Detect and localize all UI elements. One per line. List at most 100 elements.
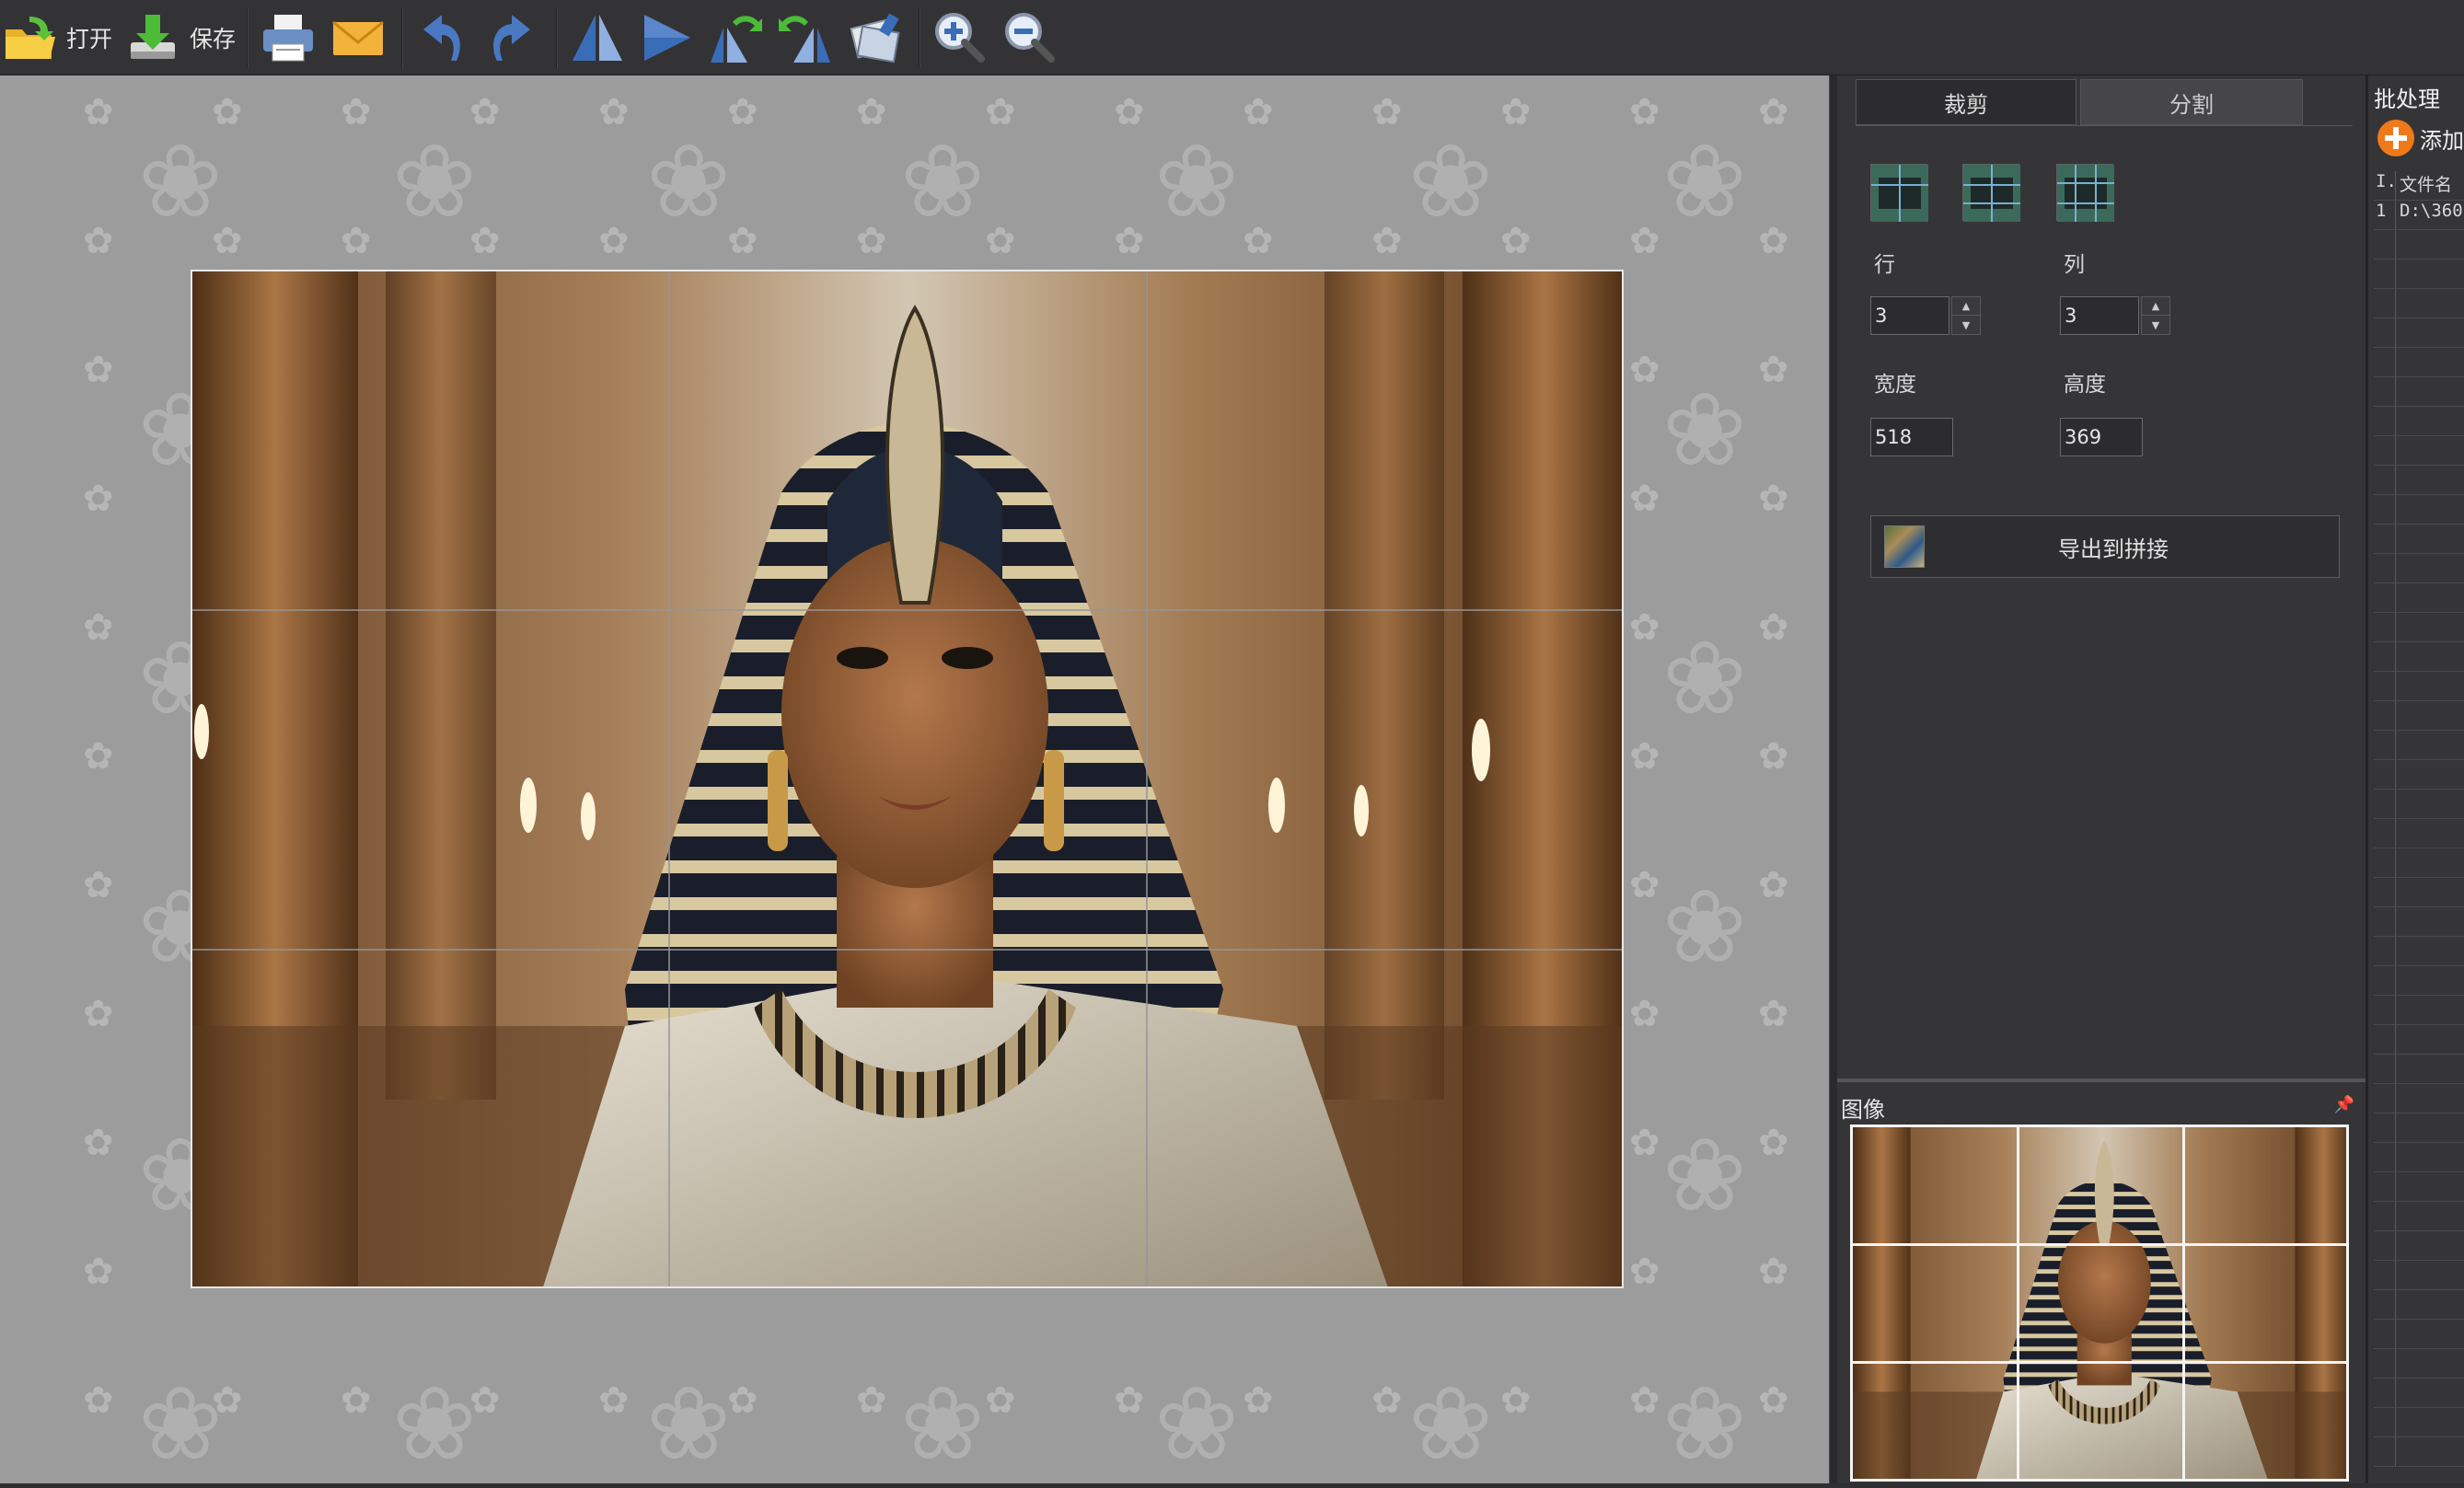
chevron-down-icon[interactable]: ▼ [1952,316,1980,334]
height-input[interactable] [2060,418,2143,456]
column-header-filename[interactable]: 文件名 [2396,171,2452,200]
empty-row [2374,613,2464,642]
flower-decoration: ✿ [856,220,887,262]
redo-button[interactable] [482,6,539,70]
split-preset-button[interactable] [2056,164,2114,222]
preview-photo [1853,1127,2346,1479]
empty-row [2374,966,2464,996]
flower-decoration: ✿ [1629,735,1660,778]
empty-row [2374,1408,2464,1437]
toolbar-separator [401,7,403,68]
panel-splitter[interactable] [1829,75,1837,1483]
flower-decoration: ✿ [1758,220,1789,262]
empty-row [2374,554,2464,583]
empty-row [2374,318,2464,348]
row-path: D:\360 [2400,201,2463,221]
tab-split[interactable]: 分割 [2080,79,2303,125]
flower-decoration: ✿ [83,1379,114,1422]
split-preset-button[interactable] [1962,164,2020,222]
column-header-index[interactable]: I. [2374,171,2397,200]
rotate-cw-button[interactable] [775,6,832,70]
flip-vertical-icon [644,15,690,61]
empty-row [2374,1202,2464,1231]
flower-decoration: ❀ [1662,1116,1748,1234]
chevron-up-icon[interactable]: ▲ [2142,297,2169,316]
effects-button[interactable] [847,6,904,70]
split-grid-line[interactable] [668,271,670,1286]
flower-decoration: ✿ [1758,1379,1789,1422]
undo-button[interactable] [414,6,471,70]
height-label: 高度 [2064,373,2106,397]
split-preset-button[interactable] [1870,164,1928,222]
toolbar-separator [556,7,558,68]
preview-image[interactable] [1850,1125,2349,1482]
pin-icon[interactable]: 📌 [2334,1095,2354,1114]
empty-row [2374,1143,2464,1172]
flower-decoration: ❀ [1662,122,1748,240]
rotate-cw-triangle-icon [779,16,830,63]
open-button[interactable]: 打开 [2,6,112,70]
rows-stepper[interactable]: ▲ ▼ [1951,296,1981,335]
empty-row [2374,1055,2464,1084]
rotate-ccw-button[interactable] [709,6,766,70]
split-grid-line[interactable] [192,609,1622,611]
flower-decoration: ✿ [1371,91,1403,133]
chevron-down-icon[interactable]: ▼ [2142,316,2169,334]
cols-stepper[interactable]: ▲ ▼ [2141,296,2170,335]
split-grid-icon [1871,165,1928,222]
settings-panel: 裁剪 分割 行 列 3 ▲ ▼ 3 ▲ ▼ 宽度 高度 518 369 导出到拼… [1837,75,2366,1079]
zoom-in-button[interactable] [931,6,989,70]
flower-decoration: ✿ [341,1379,372,1422]
split-grid-line[interactable] [192,949,1622,951]
rows-input[interactable] [1870,296,1949,335]
email-button[interactable] [330,6,387,70]
chevron-up-icon[interactable]: ▲ [1952,297,1980,316]
flower-decoration: ❀ [646,1365,732,1482]
flower-decoration: ✿ [1758,735,1789,778]
flower-decoration: ✿ [1371,220,1403,262]
save-button[interactable]: 保存 [125,6,236,70]
cols-input[interactable] [2060,296,2139,335]
flower-decoration: ✿ [598,91,630,133]
image-preview-panel: 图像 📌 [1837,1079,2366,1483]
cols-label: 列 [2064,253,2085,277]
flower-decoration: ❀ [392,122,478,240]
flower-decoration: ❀ [392,1365,478,1482]
tab-crop[interactable]: 裁剪 [1856,79,2076,125]
flip-vertical-button[interactable] [639,6,696,70]
width-label: 宽度 [1874,373,1916,397]
empty-row [2374,760,2464,790]
tab-underline [1856,125,2353,126]
print-button[interactable] [260,6,317,70]
empty-row [2374,1261,2464,1290]
flip-horizontal-button[interactable] [569,6,626,70]
flower-decoration: ✿ [727,220,758,262]
flower-decoration: ✿ [1114,220,1145,262]
main-image[interactable] [191,270,1624,1288]
flower-decoration: ✿ [83,1122,114,1164]
preview-grid-line [2017,1127,2019,1479]
rotate-right-icon [493,15,530,61]
flower-decoration: ❀ [1662,868,1748,986]
table-row[interactable]: 1 D:\360 [2374,201,2464,230]
zoom-out-button[interactable] [1001,6,1058,70]
split-grid-line[interactable] [1146,271,1148,1286]
flip-horizontal-icon [573,15,622,61]
flower-decoration: ✿ [83,478,114,520]
flower-decoration: ✿ [1629,606,1660,649]
flower-decoration: ✿ [985,220,1016,262]
width-input[interactable] [1870,418,1953,456]
open-folder-icon [6,17,55,59]
flower-decoration: ❀ [1154,1365,1240,1482]
file-list: I. 文件名 1 D:\360 [2374,171,2464,1467]
export-to-collage-button[interactable]: 导出到拼接 [1870,515,2340,578]
empty-row [2374,819,2464,848]
add-files-button[interactable]: 添加 [2377,120,2464,156]
save-download-icon [131,15,175,59]
preview-grid-line [2182,1127,2185,1479]
empty-row [2374,1025,2464,1055]
image-canvas[interactable]: ✿ ✿ ✿ ✿ ✿ ✿ ✿ ✿ ✿ ✿ ✿ ✿ ✿ ✿ ✿ ✿ ✿ ✿ ✿ ✿ ✿ ✿ ✿ ✿ ✿ ✿ ✿ ✿ ✿ ✿ ✿ ✿ ✿ ✿ ✿ ✿ ✿ ✿ ✿ ✿… [0,75,1829,1483]
flower-decoration: ✿ [1758,1122,1789,1164]
flower-decoration: ✿ [856,1379,887,1422]
add-icon [2377,120,2414,156]
